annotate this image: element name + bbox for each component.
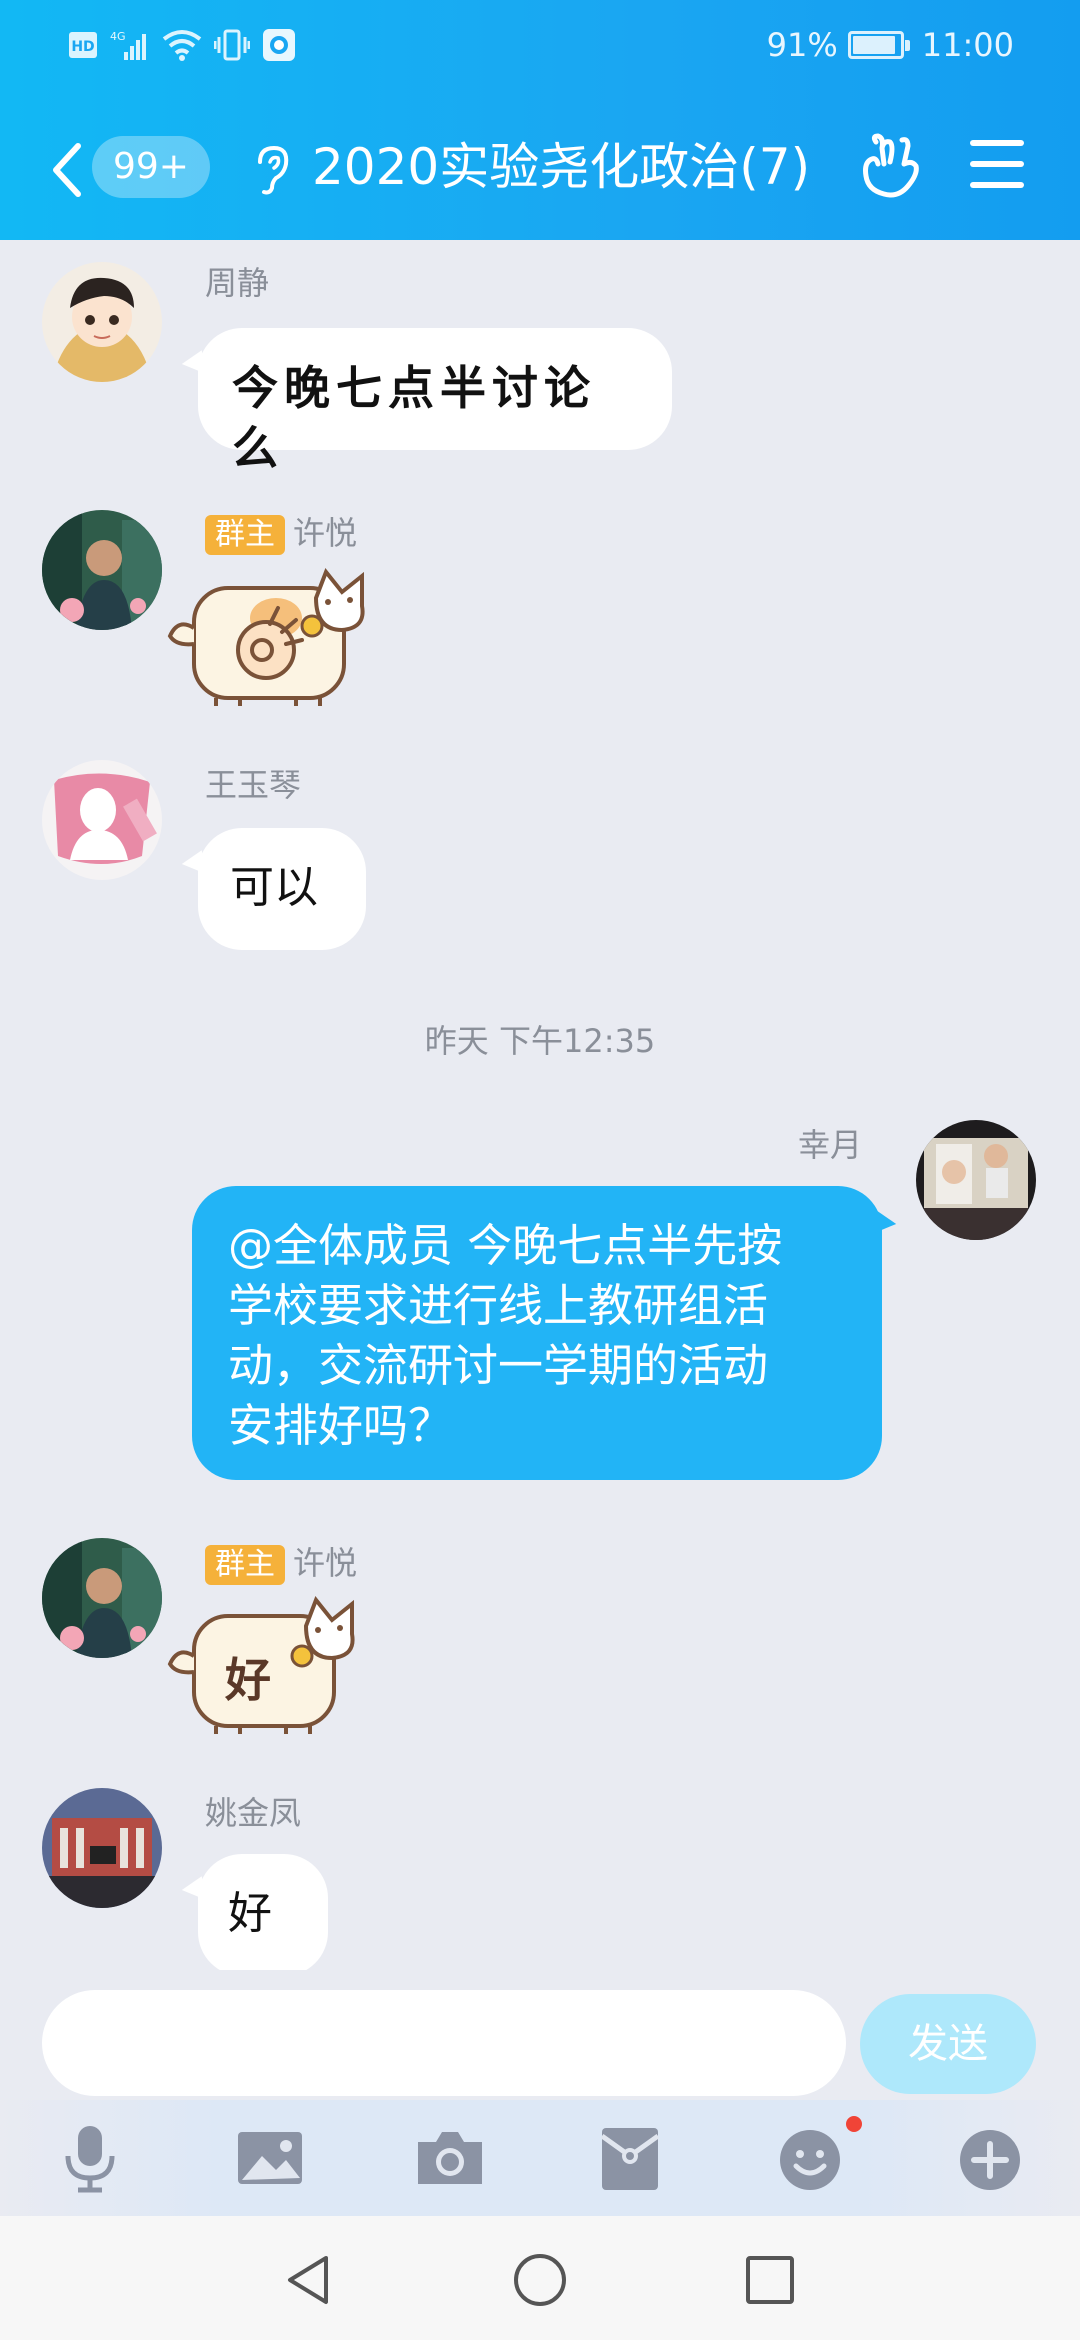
plus-icon[interactable]: [954, 2122, 1026, 2194]
wifi-icon: [162, 30, 202, 61]
sender-name: 许悦: [293, 1544, 358, 1582]
back-chevron-icon[interactable]: [44, 140, 92, 200]
recents-square-icon[interactable]: [740, 2250, 800, 2310]
red-packet-icon[interactable]: [594, 2122, 666, 2194]
avatar-zhoujing[interactable]: [42, 262, 162, 382]
message-line: 学校要求进行线上教研组活: [228, 1279, 769, 1332]
input-bar: 发送: [0, 1970, 1080, 2100]
sender-name: 周静: [205, 264, 270, 302]
earpiece-mode-icon[interactable]: [250, 144, 292, 196]
hd-icon: HD: [69, 32, 97, 58]
menu-icon[interactable]: [970, 140, 1024, 188]
sender-name: 姚金凤: [205, 1794, 302, 1832]
message-bubble[interactable]: 可以: [198, 828, 366, 950]
home-circle-icon[interactable]: [510, 2250, 570, 2310]
app-notification-icon: [263, 29, 295, 61]
avatar-xuyue[interactable]: [42, 510, 162, 630]
message-bubble[interactable]: 好: [198, 1854, 328, 1970]
sender-name: 王玉琴: [205, 766, 302, 804]
microphone-icon[interactable]: [54, 2122, 126, 2194]
message-line: @全体成员 今晚七点半先按: [228, 1219, 783, 1272]
status-bar: HD 4G 91% 11:00: [0, 0, 1080, 90]
image-icon[interactable]: [234, 2122, 306, 2194]
avatar-xingyue[interactable]: [916, 1120, 1036, 1240]
message-bubble[interactable]: 今晚七点半讨论么: [198, 328, 672, 475]
system-navigation-bar: [0, 2216, 1080, 2340]
chat-header: HD 4G 91% 11:00 99+ 2020实验尧化政治(7): [0, 0, 1080, 240]
avatar-wangyuqin[interactable]: [42, 760, 162, 880]
input-toolbar: [0, 2100, 1080, 2216]
back-triangle-icon[interactable]: [280, 2250, 340, 2310]
message-input[interactable]: [42, 1990, 846, 2096]
avatar-yaojinfeng[interactable]: [42, 1788, 162, 1908]
clock: 11:00: [921, 26, 1014, 64]
sender-name-row: 群主 许悦: [205, 508, 357, 555]
battery-icon: [847, 31, 910, 59]
vibrate-icon: [214, 29, 250, 61]
group-owner-badge: 群主: [205, 515, 285, 555]
sender-name: 许悦: [293, 514, 358, 552]
cat-ok-hand-sticker[interactable]: [166, 558, 376, 708]
emoji-icon[interactable]: [774, 2122, 846, 2194]
emoji-notification-dot: [846, 2116, 862, 2132]
chat-title: 2020实验尧化政治(7): [312, 138, 811, 196]
avatar-xuyue[interactable]: [42, 1538, 162, 1658]
4g-signal-icon: 4G: [110, 30, 146, 60]
camera-icon[interactable]: [414, 2122, 486, 2194]
group-apps-hand-icon[interactable]: [858, 132, 922, 202]
message-line: 动，交流研讨一学期的活动: [228, 1339, 769, 1392]
status-right: 91% 11:00: [767, 26, 1014, 64]
group-owner-badge: 群主: [205, 1545, 285, 1585]
message-bubble-self[interactable]: @全体成员 今晚七点半先按 学校要求进行线上教研组活 动，交流研讨一学期的活动 …: [192, 1186, 882, 1480]
nav-bar: 99+ 2020实验尧化政治(7): [0, 110, 1080, 220]
message-line: 安排好吗？: [228, 1399, 454, 1452]
sender-name-row: 群主 许悦: [205, 1538, 357, 1585]
status-left-icons: HD 4G: [68, 26, 296, 64]
send-button[interactable]: 发送: [860, 1994, 1036, 2094]
sender-name: 幸月: [798, 1126, 863, 1164]
svg-text:HD: HD: [71, 39, 94, 55]
svg-text:4G: 4G: [110, 30, 126, 43]
svg-text:好: 好: [224, 1653, 271, 1707]
cat-hao-sticker[interactable]: 好: [166, 1586, 366, 1736]
unread-count-badge[interactable]: 99+: [92, 136, 210, 198]
message-list[interactable]: 周静 今晚七点半讨论么 群主 许悦 王玉琴 可以 昨天 下午12:35 幸月 @全…: [0, 240, 1080, 1970]
battery-percent: 91%: [766, 26, 838, 64]
timestamp-divider: 昨天 下午12:35: [424, 1022, 656, 1060]
